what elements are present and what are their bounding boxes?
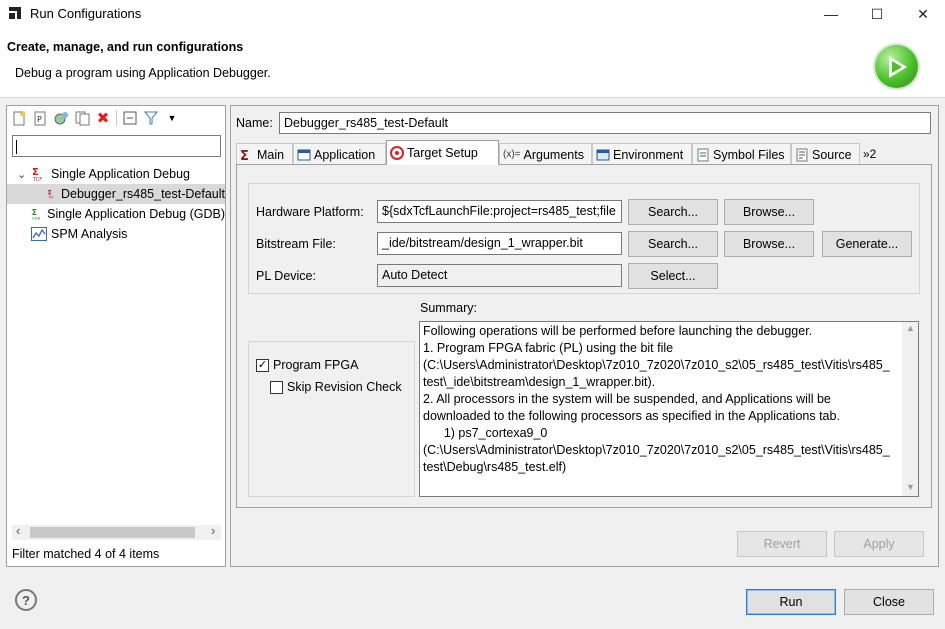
text-caret — [16, 140, 17, 154]
chevron-down-icon[interactable]: ⌄ — [17, 168, 31, 181]
hardware-platform-label: Hardware Platform: — [256, 205, 364, 219]
svg-text:TCF: TCF — [32, 177, 42, 182]
tab-bar: Σ Main Application Target Setup (x)= Arg… — [236, 140, 932, 165]
checkmark-icon[interactable]: ✓ — [256, 358, 269, 372]
generate-button[interactable]: Generate... — [822, 231, 912, 257]
pl-device-field: Auto Detect — [377, 264, 622, 287]
minimize-button[interactable]: — — [808, 0, 854, 28]
dialog-header: Create, manage, and run configurations D… — [0, 28, 945, 98]
tree-item-single-app-debug[interactable]: ⌄ Σ TCF Single Application Debug — [7, 164, 225, 184]
tcf-icon: ΣTCF — [47, 190, 54, 200]
scroll-right-icon[interactable]: › — [211, 523, 215, 538]
header-subtitle: Debug a program using Application Debugg… — [15, 66, 271, 80]
delete-icon[interactable]: ✖ — [95, 110, 111, 127]
tree-item-label: SPM Analysis — [51, 227, 128, 241]
tcf-icon: ΣTCF — [32, 167, 42, 182]
symbol-files-icon — [697, 148, 709, 161]
hardware-group: Hardware Platform: ${sdxTcfLaunchFile:pr… — [248, 183, 920, 294]
source-icon — [796, 148, 808, 161]
environment-icon — [596, 149, 610, 160]
tab-application[interactable]: Application — [293, 143, 386, 165]
hw-search-button[interactable]: Search... — [628, 199, 718, 225]
tab-arguments[interactable]: (x)= Arguments — [499, 143, 592, 165]
tab-overflow[interactable]: »2 — [860, 143, 886, 165]
target-setup-content: Hardware Platform: ${sdxTcfLaunchFile:pr… — [236, 164, 932, 508]
summary-textarea[interactable]: Following operations will be performed b… — [419, 321, 919, 497]
xilinx-icon: Σ — [240, 149, 249, 162]
config-editor-panel: Name: Debugger_rs485_test-Default Σ Main… — [230, 105, 939, 567]
revert-button[interactable]: Revert — [737, 531, 827, 557]
filter-input[interactable] — [12, 135, 221, 157]
header-title: Create, manage, and run configurations — [7, 40, 244, 54]
name-label: Name: — [236, 116, 273, 130]
vertical-scrollbar[interactable]: ▲ ▼ — [902, 322, 918, 496]
new-config-icon[interactable] — [11, 110, 27, 126]
bitstream-file-field[interactable]: _ide/bitstream/design_1_wrapper.bit — [377, 232, 622, 255]
svg-text:GDB: GDB — [32, 215, 41, 220]
config-tree: ⌄ Σ TCF Single Application Debug Σ TCF Deb… — [7, 164, 225, 244]
svg-text:TCF: TCF — [47, 195, 54, 199]
maximize-button[interactable]: ☐ — [854, 0, 900, 28]
checkbox-box[interactable] — [270, 380, 283, 394]
bit-browse-button[interactable]: Browse... — [724, 231, 814, 257]
program-fpga-checkbox[interactable]: ✓ Program FPGA — [256, 358, 358, 372]
filter-icon[interactable] — [143, 110, 159, 126]
view-menu-icon[interactable]: ▼ — [164, 110, 180, 126]
scroll-left-icon[interactable]: ‹ — [16, 523, 20, 538]
tab-target-setup[interactable]: Target Setup — [386, 140, 499, 165]
new-prototype-icon[interactable]: P — [32, 110, 48, 126]
summary-label: Summary: — [420, 301, 477, 315]
tab-main[interactable]: Σ Main — [236, 143, 293, 165]
export-config-icon[interactable] — [53, 110, 69, 126]
svg-text:Σ: Σ — [240, 149, 249, 162]
tab-environment[interactable]: Environment — [592, 143, 692, 165]
pl-device-label: PL Device: — [256, 269, 316, 283]
chart-icon — [31, 227, 47, 241]
target-icon — [390, 146, 404, 160]
collapse-all-icon[interactable] — [122, 110, 138, 126]
tree-item-single-app-debug-gdb[interactable]: Σ GDB Single Application Debug (GDB) — [7, 204, 225, 224]
tree-item-label: Debugger_rs485_test-Default — [61, 187, 225, 201]
window-title: Run Configurations — [30, 6, 142, 21]
application-icon — [297, 149, 311, 160]
duplicate-icon[interactable] — [74, 110, 90, 126]
tree-item-label: Single Application Debug (GDB) — [47, 207, 225, 221]
arguments-icon: (x)= — [503, 149, 521, 160]
configurations-panel: P ✖ ▼ ⌄ Σ TCF Single Application Debug ΣT… — [6, 105, 226, 567]
fpga-options-group: ✓ Program FPGA Skip Revision Check — [248, 341, 415, 497]
title-bar: Run Configurations — ☐ ✕ — [0, 0, 945, 28]
tree-item-spm-analysis[interactable]: SPM Analysis — [7, 224, 225, 244]
run-badge-icon — [875, 45, 918, 88]
gdb-icon: ΣGDB — [32, 208, 41, 221]
tab-symbol-files[interactable]: Symbol Files — [692, 143, 791, 165]
tree-item-label: Single Application Debug — [51, 167, 190, 181]
hw-browse-button[interactable]: Browse... — [724, 199, 814, 225]
run-button[interactable]: Run — [746, 589, 836, 615]
hardware-platform-field[interactable]: ${sdxTcfLaunchFile:project=rs485_test;fi… — [377, 200, 622, 223]
apply-button[interactable]: Apply — [834, 531, 924, 557]
scroll-up-icon[interactable]: ▲ — [906, 323, 915, 333]
help-icon[interactable]: ? — [15, 589, 37, 611]
configurations-toolbar: P ✖ ▼ — [7, 106, 225, 130]
name-field[interactable]: Debugger_rs485_test-Default — [279, 112, 931, 134]
skip-revision-checkbox[interactable]: Skip Revision Check — [270, 380, 402, 394]
summary-text: Following operations will be performed b… — [423, 324, 890, 474]
svg-text:P: P — [37, 115, 42, 124]
scroll-down-icon[interactable]: ▼ — [906, 482, 915, 492]
bit-search-button[interactable]: Search... — [628, 231, 718, 257]
filter-status: Filter matched 4 of 4 items — [12, 547, 160, 561]
close-button[interactable]: Close — [844, 589, 934, 615]
close-window-button[interactable]: ✕ — [900, 0, 945, 28]
pl-select-button[interactable]: Select... — [628, 263, 718, 289]
tree-item-debugger-config[interactable]: Σ TCF Debugger_rs485_test-Default — [7, 184, 225, 204]
bitstream-file-label: Bitstream File: — [256, 237, 336, 251]
app-logo-icon — [9, 7, 21, 19]
horizontal-scrollbar[interactable]: ‹ › — [12, 523, 221, 540]
tab-source[interactable]: Source — [791, 143, 860, 165]
scrollbar-thumb[interactable] — [30, 527, 195, 538]
